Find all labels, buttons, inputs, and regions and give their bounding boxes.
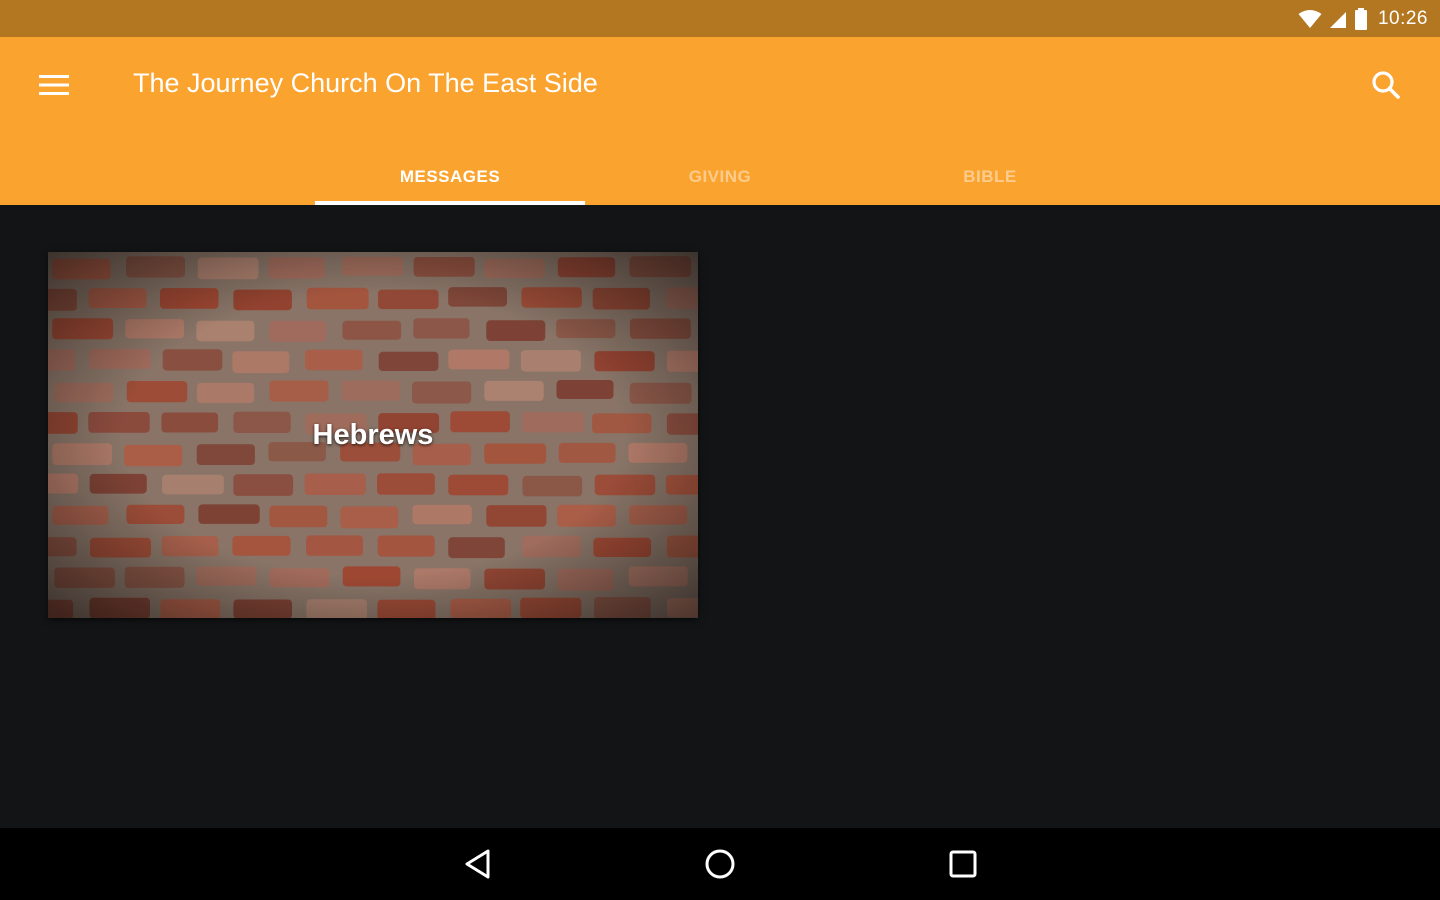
status-time: 10:26 (1377, 7, 1428, 29)
tab-messages-label: MESSAGES (399, 167, 501, 186)
tab-giving[interactable]: GIVING (585, 149, 855, 205)
status-icons (1298, 7, 1368, 30)
home-circle-icon (705, 849, 735, 879)
back-button[interactable] (448, 840, 508, 888)
tab-messages[interactable]: MESSAGES (315, 149, 585, 205)
hamburger-menu-icon (39, 75, 69, 95)
app-title: The Journey Church On The East Side (133, 68, 598, 98)
app-bar: The Journey Church On The East Side MESS… (0, 37, 1440, 205)
search-button[interactable] (1362, 63, 1410, 107)
tab-giving-label: GIVING (688, 167, 752, 186)
search-icon (1372, 71, 1400, 99)
battery-icon (1354, 7, 1367, 30)
tab-bible[interactable]: BIBLE (855, 149, 1125, 205)
recents-square-icon (949, 850, 977, 878)
recents-button[interactable] (933, 840, 993, 888)
message-series-title: Hebrews (312, 418, 434, 451)
system-nav-bar (0, 828, 1440, 900)
cell-signal-icon (1329, 11, 1346, 28)
menu-button[interactable] (30, 65, 78, 105)
home-button[interactable] (690, 840, 750, 888)
tab-bible-label: BIBLE (963, 167, 1017, 186)
wifi-icon (1298, 9, 1322, 28)
messages-content: Hebrews (0, 205, 1440, 828)
status-bar: 10:26 (0, 0, 1440, 37)
message-series-card[interactable]: Hebrews (48, 252, 698, 618)
back-triangle-icon (465, 849, 490, 879)
tab-bar: MESSAGES GIVING BIBLE (315, 149, 1125, 205)
